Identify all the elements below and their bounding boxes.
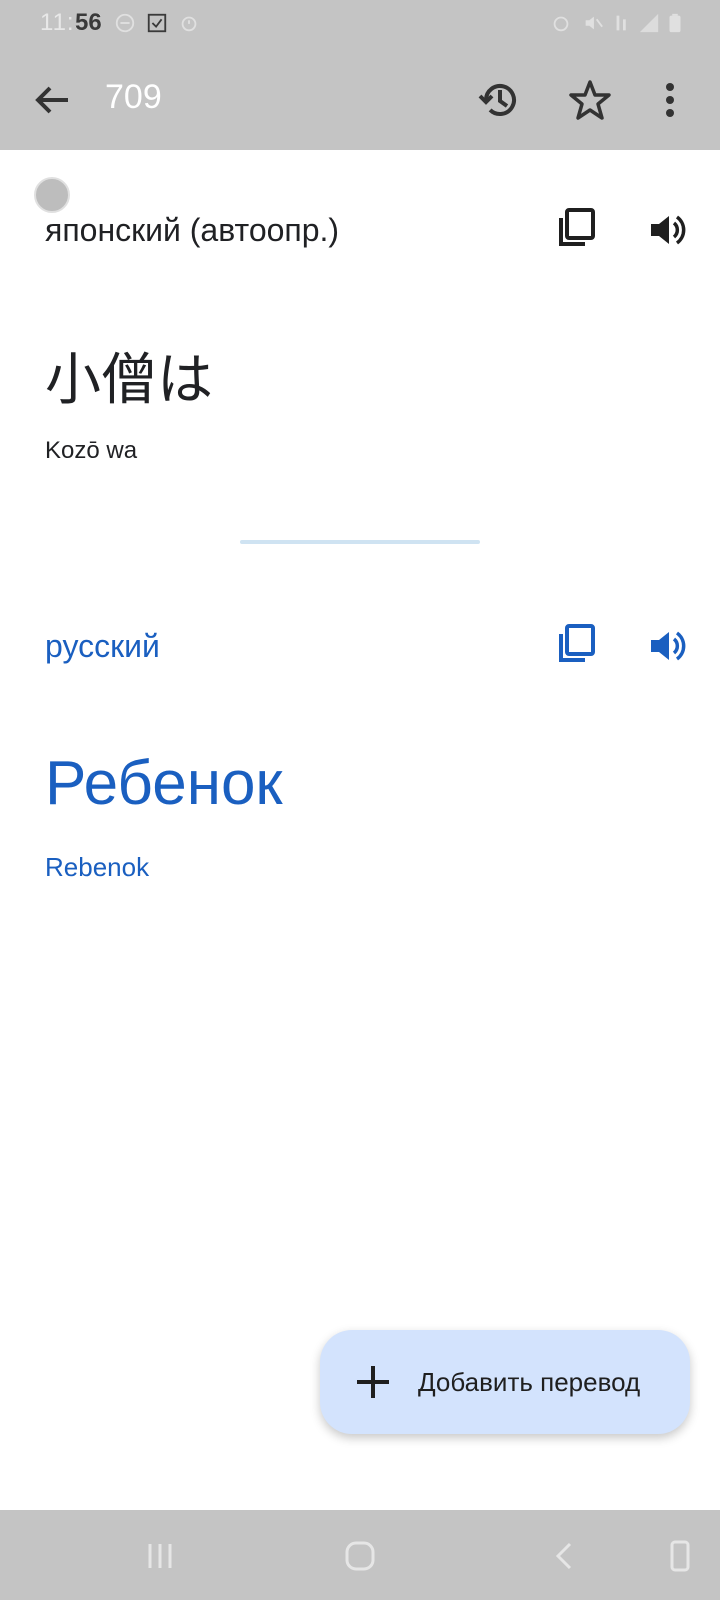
check-box-icon <box>147 13 167 33</box>
speaker-icon[interactable] <box>645 208 689 252</box>
status-time-overlay: 56 <box>75 9 102 36</box>
source-transliteration: Kozō wa <box>45 437 138 464</box>
home-icon[interactable] <box>342 1538 378 1574</box>
copy-icon[interactable] <box>556 622 600 666</box>
target-text: Ребенок <box>45 749 283 818</box>
alarm-icon-right <box>553 16 569 32</box>
signal-bars-icon <box>639 13 659 33</box>
page-title: 709 <box>105 78 162 116</box>
more-vert-icon[interactable] <box>646 76 694 124</box>
battery-icon <box>669 13 681 33</box>
rotate-icon[interactable] <box>662 1538 698 1574</box>
recent-apps-icon[interactable] <box>142 1538 178 1574</box>
signal-icon <box>616 15 626 31</box>
source-text: 小僧は <box>45 348 213 413</box>
app-bar: 709 <box>0 46 720 150</box>
add-translation-label: Добавить перевод <box>418 1366 641 1397</box>
plus-icon <box>357 1366 389 1398</box>
touch-indicator <box>34 177 70 213</box>
minus-circle-icon <box>115 13 135 33</box>
target-transliteration: Rebenok <box>45 852 150 882</box>
history-icon[interactable] <box>476 76 524 124</box>
back-icon[interactable] <box>546 1538 582 1574</box>
speaker-icon[interactable] <box>645 624 689 668</box>
add-translation-button[interactable]: Добавить перевод <box>320 1330 690 1434</box>
back-arrow-icon[interactable] <box>28 76 76 124</box>
alarm-icon <box>181 16 197 32</box>
copy-icon[interactable] <box>556 206 600 250</box>
navigation-bar <box>0 1510 720 1600</box>
status-bar: 11:56 56 <box>0 0 720 46</box>
section-divider <box>240 540 480 544</box>
source-language-label[interactable]: японский (автоопр.) <box>45 212 339 249</box>
mute-icon <box>585 16 603 30</box>
star-icon[interactable] <box>566 76 614 124</box>
target-language-label[interactable]: русский <box>45 628 160 665</box>
